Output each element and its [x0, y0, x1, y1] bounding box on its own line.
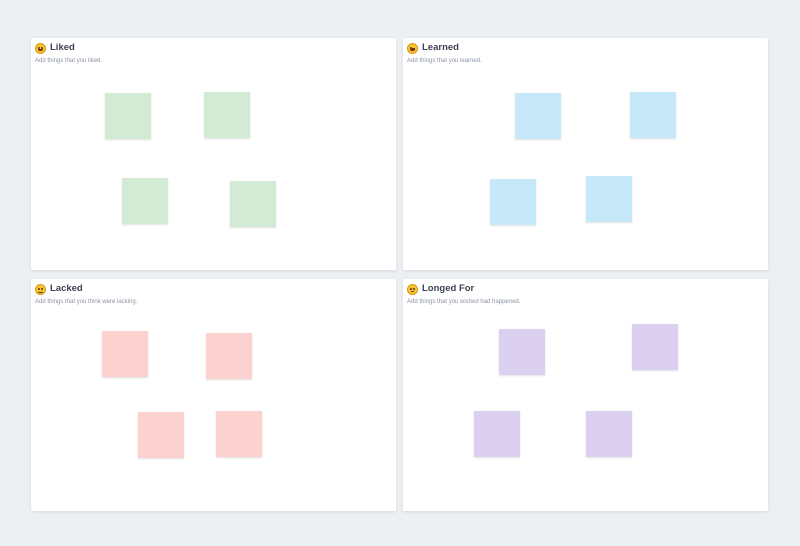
lacked-subtitle: Add things that you think were lacking.	[35, 299, 138, 305]
thinking-face-icon	[407, 283, 418, 295]
sticky-note[interactable]	[515, 93, 561, 139]
lacked-header: Lacked	[35, 283, 83, 295]
sticky-note[interactable]	[632, 324, 678, 370]
sticky-note[interactable]	[586, 411, 632, 457]
sticky-note[interactable]	[122, 178, 168, 224]
sticky-note[interactable]	[216, 411, 262, 457]
sticky-note[interactable]	[230, 181, 276, 227]
learned-subtitle: Add things that you learned.	[407, 58, 482, 64]
sticky-note[interactable]	[204, 92, 250, 138]
liked-title: Liked	[50, 42, 75, 53]
sticky-note[interactable]	[474, 411, 520, 457]
sticky-note[interactable]	[586, 176, 632, 222]
disappointed-face-icon	[35, 283, 46, 295]
sticky-note[interactable]	[102, 331, 148, 377]
longed-for-panel[interactable]: Longed For Add things that you wished ha…	[403, 279, 768, 511]
learned-title: Learned	[422, 42, 459, 53]
liked-header: Liked	[35, 42, 75, 54]
longed-for-subtitle: Add things that you wished had happened.	[407, 299, 521, 305]
lacked-title: Lacked	[50, 283, 83, 294]
learned-panel[interactable]: Learned Add things that you learned.	[403, 38, 768, 270]
longed-for-title: Longed For	[422, 283, 475, 294]
grinning-face-icon	[35, 42, 46, 54]
lacked-panel[interactable]: Lacked Add things that you think were la…	[31, 279, 396, 511]
sticky-note[interactable]	[630, 92, 676, 138]
sticky-note[interactable]	[490, 179, 536, 225]
longed-for-header: Longed For	[407, 283, 474, 295]
winking-face-icon	[407, 42, 418, 54]
sticky-note[interactable]	[206, 333, 252, 379]
liked-panel[interactable]: Liked Add things that you liked.	[31, 38, 396, 270]
learned-header: Learned	[407, 42, 459, 54]
sticky-note[interactable]	[105, 93, 151, 139]
sticky-note[interactable]	[499, 329, 545, 375]
liked-subtitle: Add things that you liked.	[35, 58, 103, 64]
sticky-note[interactable]	[138, 412, 184, 458]
